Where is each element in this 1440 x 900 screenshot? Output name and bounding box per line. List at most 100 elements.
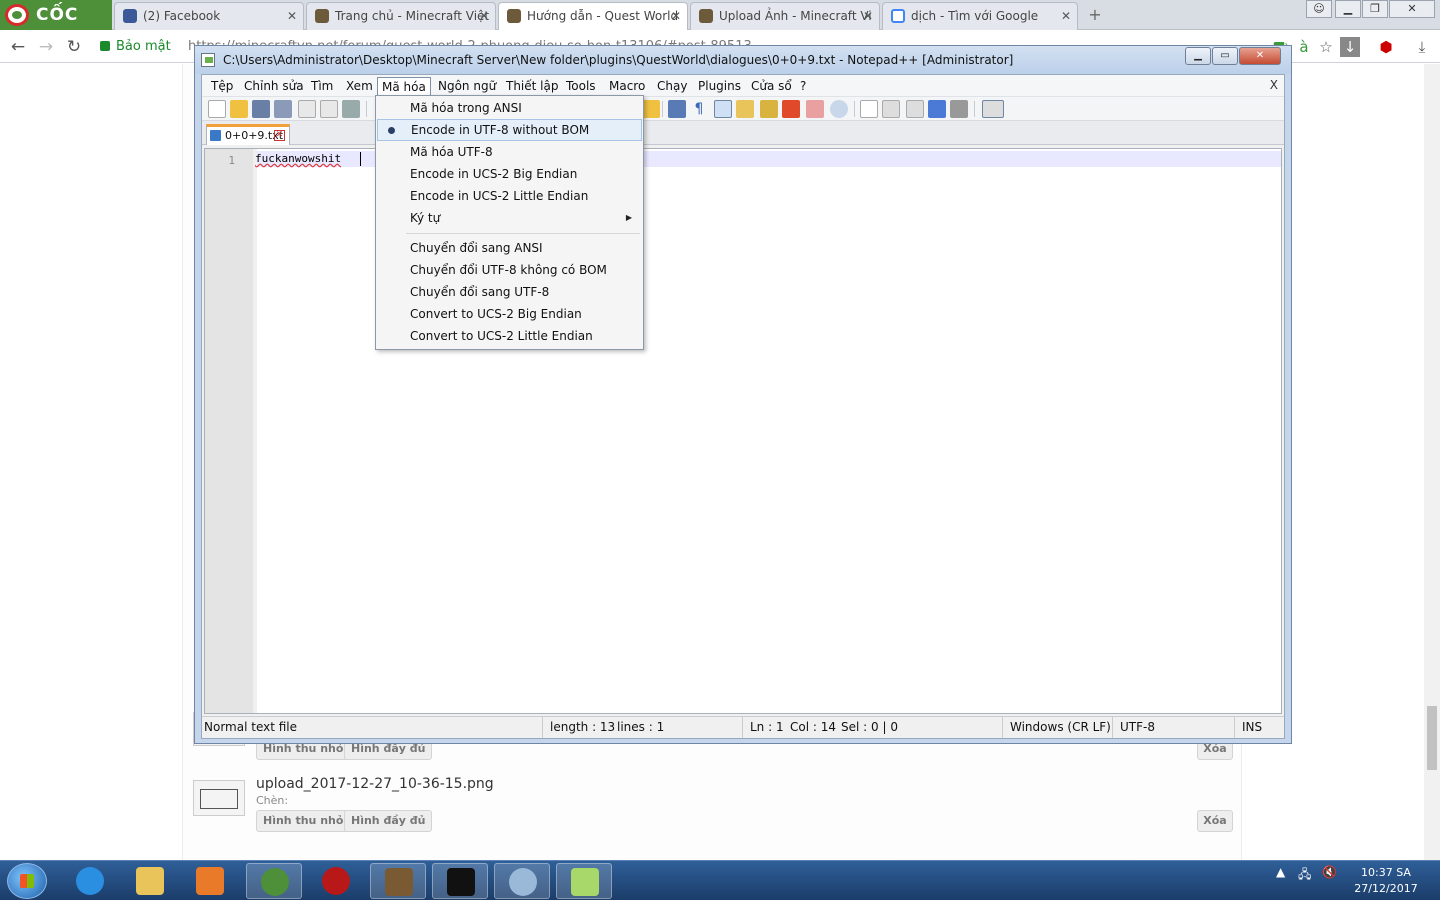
close-icon[interactable]: ✕ xyxy=(287,3,297,29)
scrollbar-thumb[interactable] xyxy=(1427,706,1437,770)
star-icon[interactable]: ☆ xyxy=(1316,37,1336,57)
indent-guide-icon[interactable] xyxy=(714,100,732,118)
user-defined-language-icon[interactable] xyxy=(736,100,754,118)
reload-icon[interactable]: ↻ xyxy=(64,37,84,57)
status-encoding[interactable]: UTF-8 xyxy=(1120,720,1155,734)
menu-item-encode-utf8-no-bom[interactable]: Encode in UTF-8 without BOM xyxy=(377,119,642,141)
menu-macro[interactable]: Macro xyxy=(605,77,649,95)
menu-run[interactable]: Chạy xyxy=(653,77,691,95)
profile-button[interactable]: ☺ xyxy=(1306,0,1332,18)
menu-edit[interactable]: Chỉnh sửa xyxy=(240,77,308,95)
secure-indicator[interactable]: Bảo mật xyxy=(100,39,171,54)
open-file-icon[interactable] xyxy=(230,100,248,118)
menu-language[interactable]: Ngôn ngữ xyxy=(434,77,500,95)
menu-window[interactable]: Cửa sổ xyxy=(747,77,796,95)
code-line[interactable]: fuckanwowshit xyxy=(255,152,341,165)
close-window-button[interactable]: ✕ xyxy=(1389,0,1435,18)
upload-thumbnail[interactable] xyxy=(193,780,245,816)
menu-settings[interactable]: Thiết lập xyxy=(502,77,562,95)
taskbar-minecraft[interactable] xyxy=(370,863,426,899)
menu-item-character-sets[interactable]: Ký tự ▶ xyxy=(377,207,642,229)
new-file-icon[interactable] xyxy=(208,100,226,118)
spell-check-icon[interactable] xyxy=(982,100,1004,118)
full-size-button[interactable]: Hình đầy đủ xyxy=(344,810,433,832)
menu-item-convert-ucs2-be[interactable]: Convert to UCS-2 Big Endian xyxy=(377,303,642,325)
menu-plugins[interactable]: Plugins xyxy=(694,77,745,95)
close-all-icon[interactable] xyxy=(320,100,338,118)
menu-item-encode-utf8[interactable]: Mã hóa UTF-8 xyxy=(377,141,642,163)
folder-as-workspace-icon[interactable] xyxy=(806,100,824,118)
download-icon[interactable]: ⤓ xyxy=(1412,37,1432,57)
browser-tab-minecraft-home[interactable]: Trang chủ - Minecraft Việt ✕ xyxy=(306,2,496,30)
taskbar-internet-explorer[interactable] xyxy=(62,863,118,899)
word-wrap-icon[interactable] xyxy=(668,100,686,118)
restore-button[interactable]: ❐ xyxy=(1362,0,1388,18)
close-icon[interactable]: ✕ xyxy=(479,3,489,29)
taskbar-media-player[interactable] xyxy=(182,863,238,899)
status-eol[interactable]: Windows (CR LF) xyxy=(1010,720,1111,734)
menu-item-encode-ucs2-be[interactable]: Encode in UCS-2 Big Endian xyxy=(377,163,642,185)
find-in-files-icon[interactable] xyxy=(642,100,660,118)
menu-item-encode-ucs2-le[interactable]: Encode in UCS-2 Little Endian xyxy=(377,185,642,207)
document-map-icon[interactable] xyxy=(760,100,778,118)
menu-encoding[interactable]: Mã hóa xyxy=(377,77,431,95)
thumbnail-button[interactable]: Hình thu nhỏ xyxy=(256,810,351,832)
back-icon[interactable]: ← xyxy=(8,37,28,57)
download-extension-icon[interactable]: ↓ xyxy=(1340,37,1360,57)
browser-tab-upload[interactable]: Upload Ảnh - Minecraft Vi ✕ xyxy=(690,2,880,30)
npp-close-button[interactable]: ✕ xyxy=(1239,47,1281,65)
menu-tools[interactable]: Tools xyxy=(562,77,600,95)
close-icon[interactable]: ✕ xyxy=(671,3,681,29)
browser-tab-facebook[interactable]: (2) Facebook ✕ xyxy=(114,2,304,30)
volume-muted-icon[interactable]: 🔇 xyxy=(1322,865,1337,879)
menu-close-document[interactable]: X xyxy=(1270,78,1278,92)
menu-help[interactable]: ? xyxy=(796,77,810,95)
npp-maximize-button[interactable]: ▭ xyxy=(1212,47,1238,65)
minimize-button[interactable]: ▁ xyxy=(1335,0,1361,18)
print-icon[interactable] xyxy=(342,100,360,118)
close-file-icon[interactable] xyxy=(298,100,316,118)
close-icon[interactable]: ✕ xyxy=(1061,3,1071,29)
new-tab-button[interactable]: + xyxy=(1086,6,1104,24)
save-icon[interactable] xyxy=(252,100,270,118)
translate-icon[interactable]: à xyxy=(1294,37,1314,57)
page-scrollbar[interactable] xyxy=(1424,64,1440,860)
menu-item-convert-ansi[interactable]: Chuyển đổi sang ANSI xyxy=(377,237,642,259)
save-macro-icon[interactable] xyxy=(950,100,968,118)
menu-item-convert-utf8[interactable]: Chuyển đổi sang UTF-8 xyxy=(377,281,642,303)
monitoring-icon[interactable] xyxy=(830,100,848,118)
taskbar-app-red[interactable] xyxy=(308,863,364,899)
taskbar-file-explorer[interactable] xyxy=(122,863,178,899)
menu-search[interactable]: Tìm xyxy=(307,77,337,95)
forward-icon[interactable]: → xyxy=(36,37,56,57)
menu-view[interactable]: Xem xyxy=(342,77,377,95)
record-macro-icon[interactable] xyxy=(860,100,878,118)
menu-item-encode-ansi[interactable]: Mã hóa trong ANSI xyxy=(377,97,642,119)
save-all-icon[interactable] xyxy=(274,100,292,118)
delete-button[interactable]: Xóa xyxy=(1197,810,1233,832)
taskbar-command-prompt[interactable] xyxy=(432,863,488,899)
npp-minimize-button[interactable]: ▁ xyxy=(1185,47,1211,65)
menu-file[interactable]: Tệp xyxy=(207,77,237,95)
taskbar-coccoc[interactable] xyxy=(246,863,302,899)
menu-item-convert-utf8-no-bom[interactable]: Chuyển đổi UTF-8 không có BOM xyxy=(377,259,642,281)
npp-title-bar[interactable]: C:\Users\Administrator\Desktop\Minecraft… xyxy=(195,46,1291,74)
taskbar-notepadpp[interactable] xyxy=(556,863,612,899)
run-macro-multiple-icon[interactable] xyxy=(928,100,946,118)
close-icon[interactable]: ✕ xyxy=(274,130,285,141)
close-icon[interactable]: ✕ xyxy=(863,3,873,29)
function-list-icon[interactable] xyxy=(782,100,800,118)
adblock-icon[interactable]: ⬢ xyxy=(1376,37,1396,57)
taskbar-clock[interactable]: 10:37 SA 27/12/2017 xyxy=(1346,865,1426,897)
stop-macro-icon[interactable] xyxy=(882,100,900,118)
menu-item-convert-ucs2-le[interactable]: Convert to UCS-2 Little Endian xyxy=(377,325,642,347)
tray-overflow-icon[interactable]: ▲ xyxy=(1276,865,1285,879)
browser-tab-quest-world[interactable]: Hướng dẫn - Quest World ✕ xyxy=(498,2,688,30)
start-button[interactable] xyxy=(7,863,47,899)
show-all-characters-icon[interactable]: ¶ xyxy=(690,100,708,118)
status-insert-mode[interactable]: INS xyxy=(1242,720,1262,734)
npp-editor[interactable]: 1 fuckanwowshit xyxy=(204,148,1282,714)
network-icon[interactable]: 🖧 xyxy=(1298,865,1311,886)
browser-tab-google[interactable]: dịch - Tìm với Google ✕ xyxy=(882,2,1078,30)
file-tab[interactable]: 0+0+9.txt ✕ xyxy=(206,124,290,145)
